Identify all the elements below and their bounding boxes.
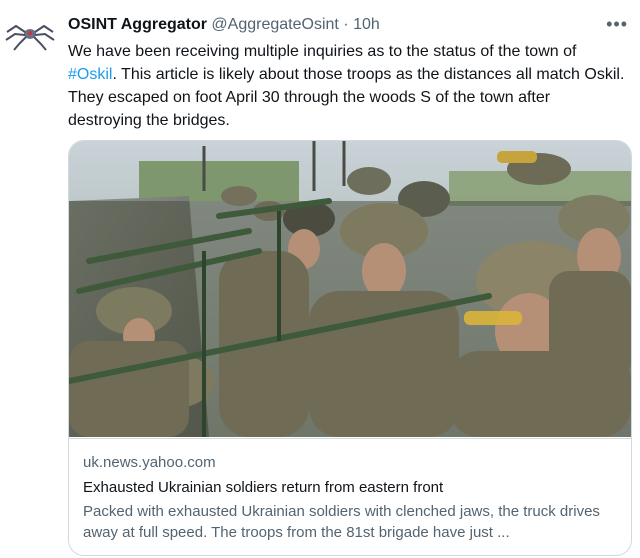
tweet-text-part1: We have been receiving multiple inquirie… [68, 43, 577, 60]
more-options-icon[interactable]: ••• [606, 14, 628, 35]
soldiers-on-truck-photo [69, 141, 631, 437]
spider-drone-icon [5, 24, 55, 51]
card-title[interactable]: Exhausted Ukrainian soldiers return from… [83, 479, 443, 496]
timestamp[interactable]: 10h [353, 16, 380, 33]
display-name[interactable]: OSINT Aggregator [68, 16, 207, 33]
tweet-text-part2: . This article is likely about those tro… [68, 66, 625, 129]
tweet-text: We have been receiving multiple inquirie… [68, 40, 628, 132]
hashtag-link[interactable]: #Oskil [68, 66, 112, 83]
card-description: Packed with exhausted Ukrainian soldiers… [83, 503, 600, 541]
link-card[interactable]: uk.news.yahoo.com Exhausted Ukrainian so… [68, 140, 632, 556]
user-handle[interactable]: @AggregateOsint [211, 16, 338, 33]
avatar[interactable] [4, 20, 56, 52]
card-body[interactable]: uk.news.yahoo.com Exhausted Ukrainian so… [69, 438, 631, 555]
tweet-header: OSINT Aggregator @AggregateOsint · 10h [68, 15, 380, 35]
card-domain: uk.news.yahoo.com [83, 454, 216, 471]
separator-dot: · [343, 16, 349, 33]
card-image[interactable] [69, 141, 631, 437]
tweet[interactable]: OSINT Aggregator @AggregateOsint · 10h •… [0, 0, 640, 558]
